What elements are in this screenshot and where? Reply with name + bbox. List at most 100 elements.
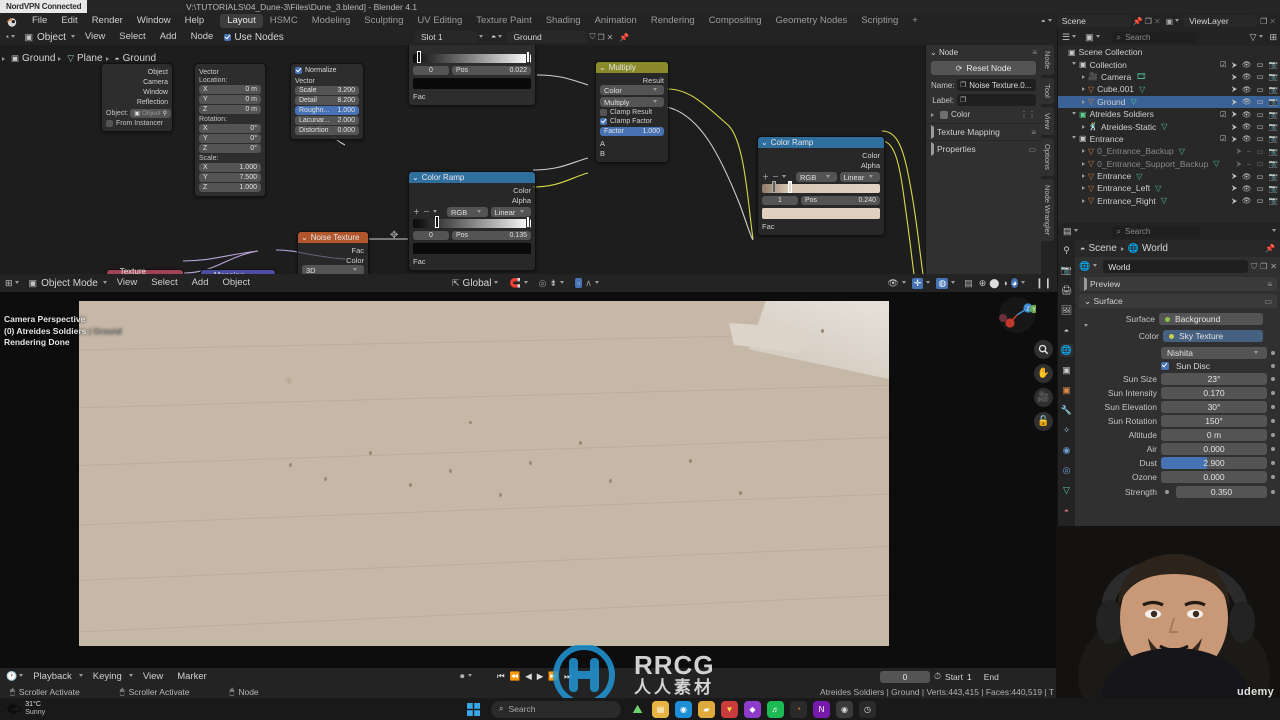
timeline-menu-view[interactable]: View	[136, 669, 170, 685]
eye-icon[interactable]: 👁	[1242, 60, 1252, 69]
footer-chevron-icon[interactable]	[1073, 229, 1078, 234]
surface-drag-handle[interactable]: ▭	[1264, 297, 1272, 306]
world-fake-user-icon[interactable]: ⛉	[1251, 262, 1257, 272]
outliner-row-entrance-right[interactable]: ▽ Entrance_Right ▽ ⮞ 👁 ▭ 📷	[1058, 195, 1280, 207]
ramp-right-stop-index[interactable]: 1	[762, 196, 798, 205]
outliner-data-badge-icon[interactable]: ▽	[1213, 159, 1219, 168]
outliner-filter-icon[interactable]: ▽	[1250, 32, 1257, 43]
camera-render-icon[interactable]: 📷	[1269, 147, 1278, 156]
outliner-expand-arrow-icon[interactable]	[1082, 99, 1085, 104]
tab-viewlayer-icon[interactable]: 🖼	[1060, 304, 1073, 317]
footer-search-input[interactable]: Search	[1125, 227, 1150, 236]
workspace-tab-animation[interactable]: Animation	[588, 14, 644, 28]
eye-icon[interactable]: 👁	[1242, 122, 1252, 131]
workspace-tab-sculpting[interactable]: Sculpting	[357, 14, 410, 28]
node-texture-coordinate-upper[interactable]: Object Camera Window Reflection Object: …	[101, 63, 173, 132]
node-color-ramp-top[interactable]: 0 Pos 0.022 Fac	[408, 45, 536, 106]
texmap-arrow-icon[interactable]	[931, 125, 934, 139]
screen-icon[interactable]: ▭	[1257, 196, 1264, 205]
overlays-icon[interactable]: ◍	[936, 277, 949, 289]
remove-viewlayer-icon[interactable]: ✕	[1269, 17, 1276, 26]
outliner-row-collection[interactable]: ▣ Collection ☑ ⮞ 👁 ▭ 📷	[1058, 58, 1280, 70]
outliner-data-badge-icon[interactable]: ▽	[1136, 172, 1142, 181]
timeline-menu-playback[interactable]: Playback	[26, 669, 79, 685]
checkbox-icon[interactable]: ☑	[1220, 134, 1227, 143]
ramp-top-pos-value[interactable]: 0.022	[509, 67, 527, 74]
ramp-top-stop-index[interactable]: 0	[413, 66, 449, 75]
multiply-factor-value[interactable]: 1.000	[642, 128, 660, 135]
edge-browser-icon[interactable]: ◉	[675, 700, 692, 718]
field-value-sun-elevation[interactable]: 30°	[1161, 401, 1267, 413]
use-nodes-checkbox[interactable]	[224, 33, 232, 41]
outliner-data-badge-icon[interactable]: ▽	[1161, 122, 1167, 131]
tab-particles-icon[interactable]: ✧	[1060, 424, 1073, 437]
checkbox-icon[interactable]: ☑	[1220, 60, 1227, 69]
eye-icon[interactable]: 👁	[1242, 134, 1252, 143]
weather-widget[interactable]: 🌤 31°C Sunny	[6, 701, 45, 717]
outliner-expand-arrow-icon[interactable]	[1072, 111, 1076, 117]
outliner-expand-arrow-icon[interactable]	[1082, 198, 1085, 203]
ramp-right-fac-input[interactable]: Fac	[762, 222, 775, 231]
tab-collection-icon[interactable]: ▣	[1060, 364, 1073, 377]
outliner-expand-arrow-icon[interactable]	[1082, 174, 1085, 179]
cursor-icon[interactable]: ⮞	[1232, 60, 1237, 70]
node-color-ramp-right[interactable]: ⌄ Color Ramp Color Alpha ＋ － RGB Linear	[757, 136, 885, 236]
viewport-canvas[interactable]: ✳ Camera Perspective (0) Atreides Soldie…	[0, 292, 1057, 668]
tab-constraints-icon[interactable]: ◎	[1060, 464, 1073, 477]
world-unlink-icon[interactable]: ✕	[1270, 262, 1277, 271]
cursor-icon[interactable]: ⮞	[1232, 196, 1237, 206]
screen-icon[interactable]: ▭	[1257, 60, 1264, 69]
timeline-editor-chevron-icon[interactable]	[19, 674, 24, 679]
ramp-mid-stop-index[interactable]: 0	[413, 231, 449, 240]
material-name-field[interactable]: Ground	[513, 32, 541, 42]
ramp-mid-color-swatch[interactable]	[413, 243, 531, 254]
field-value-sky-type[interactable]: Nishita	[1161, 347, 1267, 359]
n-tab-node[interactable]: Node	[1041, 45, 1054, 75]
reset-node-button[interactable]: ⟳ Reset Node	[931, 61, 1036, 75]
cursor-icon[interactable]: ⮞	[1232, 183, 1237, 193]
screen-icon[interactable]: ▭	[1257, 85, 1264, 94]
outliner-row-entrance-left[interactable]: ▽ Entrance_Left ▽ ⮞ 👁 ▭ 📷	[1058, 182, 1280, 194]
onenote-icon[interactable]: N	[813, 700, 830, 718]
outliner-expand-arrow-icon[interactable]	[1082, 161, 1085, 166]
auto-keying-icon[interactable]: ⏺	[460, 671, 465, 682]
falloff-chevron-icon[interactable]	[560, 280, 565, 286]
rot-x-value[interactable]: 0°	[250, 125, 257, 132]
duplicate-material-icon[interactable]: ❐	[597, 33, 604, 42]
app-red-icon[interactable]: ◷	[859, 700, 876, 718]
ramp-mid-interp[interactable]: Linear	[495, 208, 516, 217]
workspace-tab-texture-paint[interactable]: Texture Paint	[469, 14, 538, 28]
tab-output-icon[interactable]: 🖨	[1060, 284, 1073, 297]
timeline-menu-keying[interactable]: Keying	[86, 669, 129, 685]
visibility-icon[interactable]: 👁	[887, 278, 898, 289]
ramp-mid-add-icon[interactable]: ＋	[413, 207, 420, 217]
node-noise-texture-upper[interactable]: Normalize Vector Scale 3.200 Detail 8.200 …	[290, 63, 364, 140]
animate-dot-sun-size[interactable]	[1271, 377, 1275, 381]
outliner-footer-icon[interactable]: ▤	[1063, 226, 1072, 237]
noise-detail-value[interactable]: 8.200	[337, 97, 355, 104]
properties-arrow-icon[interactable]	[931, 142, 934, 156]
outliner-display-chevron-icon[interactable]	[1095, 35, 1100, 40]
noise-lacunarity-value[interactable]: 2.000	[337, 117, 355, 124]
ramp-mid-pos-value[interactable]: 0.135	[509, 232, 527, 239]
tab-physics-icon[interactable]: ◉	[1060, 444, 1073, 457]
scale-y-value[interactable]: 7.500	[239, 174, 257, 181]
sun-disc-checkbox[interactable]	[1161, 362, 1169, 370]
outliner-row-atreides-soldiers[interactable]: ▣ Atreides Soldiers ☑ ⮞ 👁 ▭ 📷	[1058, 108, 1280, 120]
camera-render-icon[interactable]: 📷	[1269, 196, 1278, 205]
viewport-pivot-icon[interactable]: ▫	[575, 278, 583, 288]
snap-chevron-icon[interactable]	[523, 280, 528, 286]
outliner-row-ground[interactable]: ▽ Ground ▽ ⮞ 👁 ▭ 📷	[1058, 95, 1280, 108]
rot-y-value[interactable]: 0°	[250, 135, 257, 142]
screen-icon[interactable]: ▭	[1257, 147, 1264, 156]
noise-fac-output[interactable]: Fac	[351, 246, 364, 255]
workspace-tab-modeling[interactable]: Modeling	[305, 14, 358, 28]
viewlayer-name-field[interactable]: ViewLayer	[1189, 16, 1229, 26]
scale-x-value[interactable]: 1.000	[239, 164, 257, 171]
n-panel-texture-mapping[interactable]: Texture Mapping	[937, 127, 1000, 137]
preview-section-header[interactable]: Preview ≡	[1079, 277, 1277, 291]
tab-object-icon[interactable]: ▣	[1060, 384, 1073, 397]
cursor-icon[interactable]: ⮞	[1236, 146, 1241, 156]
tab-tool-icon[interactable]: ⚲	[1060, 244, 1073, 257]
screen-icon[interactable]: ▭	[1257, 110, 1264, 119]
